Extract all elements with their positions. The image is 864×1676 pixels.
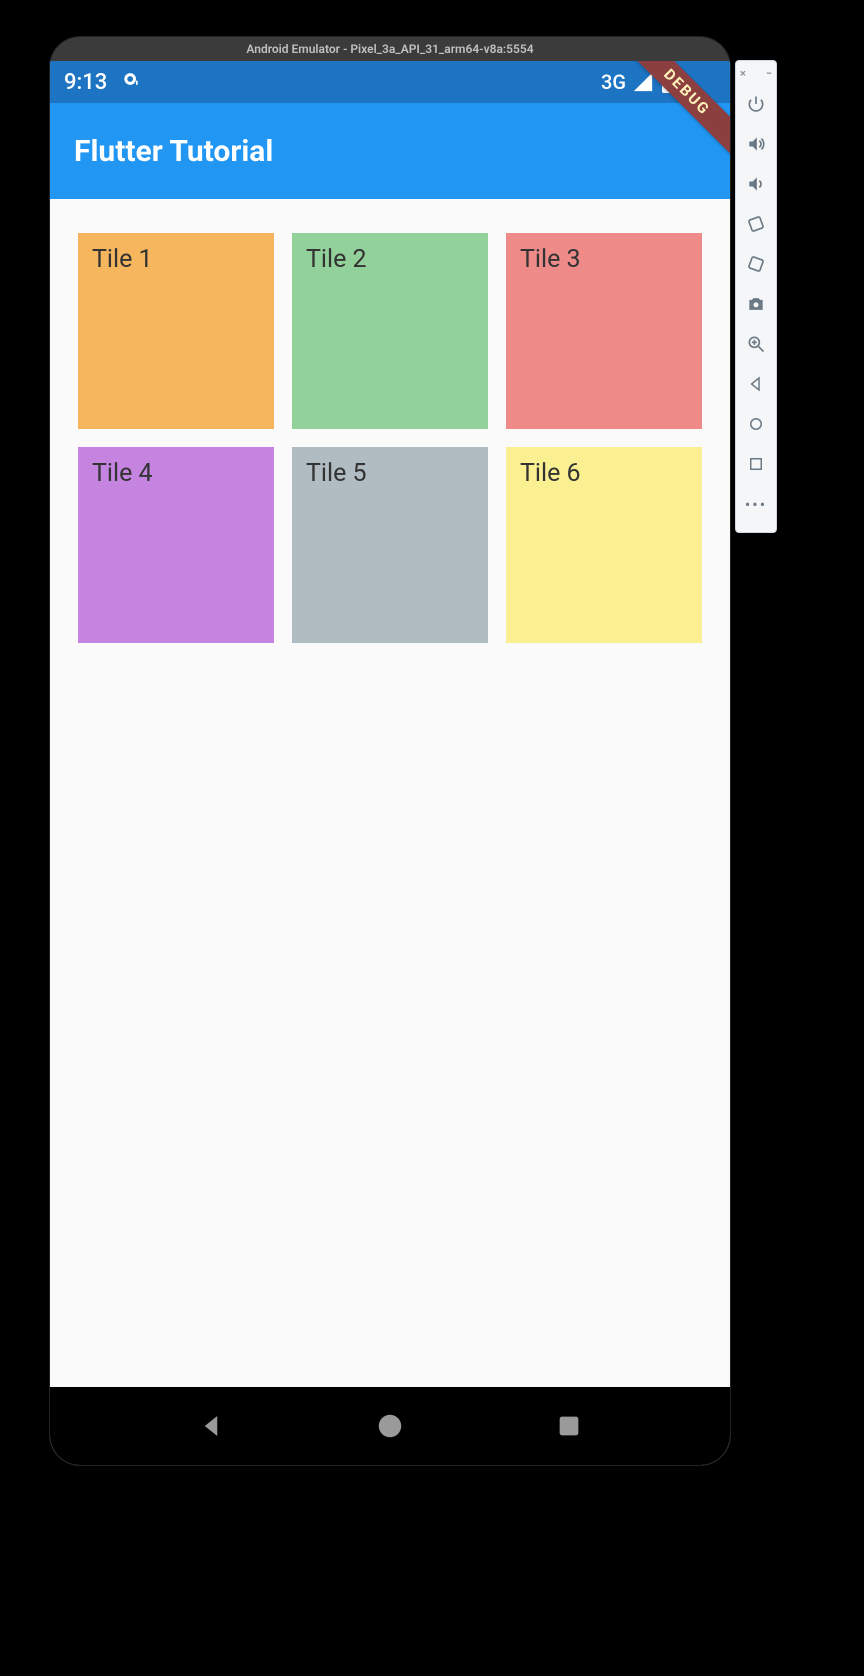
camera-icon[interactable] (736, 284, 776, 324)
tile-label: Tile 6 (520, 459, 581, 488)
back-icon[interactable] (193, 1408, 229, 1444)
rotate-left-icon[interactable] (736, 204, 776, 244)
emulator-title-text: Android Emulator - Pixel_3a_API_31_arm64… (246, 42, 533, 56)
nav-overview-icon[interactable] (736, 444, 776, 484)
network-label: 3G (601, 70, 626, 94)
volume-down-icon[interactable] (736, 164, 776, 204)
battery-icon (660, 70, 676, 94)
more-icon[interactable]: ••• (736, 484, 776, 524)
app-body: Tile 1 Tile 2 Tile 3 Tile 4 Tile 5 Tile … (50, 199, 730, 1387)
tile-label: Tile 3 (520, 245, 581, 274)
tile-2[interactable]: Tile 2 (292, 233, 488, 429)
nav-back-icon[interactable] (736, 364, 776, 404)
tile-4[interactable]: Tile 4 (78, 447, 274, 643)
zoom-icon[interactable] (736, 324, 776, 364)
status-bar: 9:13 3G (50, 61, 730, 103)
toolbar-header: × − (736, 67, 776, 84)
clock: 9:13 (64, 70, 107, 95)
signal-icon (632, 71, 654, 93)
status-dot-icon (121, 69, 141, 95)
emulator-toolbar: × − ••• (735, 60, 777, 533)
status-left: 9:13 (64, 69, 141, 95)
volume-up-icon[interactable] (736, 124, 776, 164)
tile-label: Tile 2 (306, 245, 367, 274)
tile-label: Tile 4 (92, 459, 153, 488)
tile-label: Tile 5 (306, 459, 367, 488)
tile-3[interactable]: Tile 3 (506, 233, 702, 429)
device-screen: DEBUG 9:13 3G Flutter Tutorial (50, 61, 730, 1465)
tile-grid: Tile 1 Tile 2 Tile 3 Tile 4 Tile 5 Tile … (78, 233, 702, 643)
app-bar: Flutter Tutorial (50, 103, 730, 199)
tile-5[interactable]: Tile 5 (292, 447, 488, 643)
emulator-frame: Android Emulator - Pixel_3a_API_31_arm64… (50, 37, 730, 1465)
toolbar-minimize[interactable]: − (766, 67, 772, 80)
tile-6[interactable]: Tile 6 (506, 447, 702, 643)
power-icon[interactable] (736, 84, 776, 124)
home-icon[interactable] (372, 1408, 408, 1444)
overview-icon[interactable] (551, 1408, 587, 1444)
tile-1[interactable]: Tile 1 (78, 233, 274, 429)
emulator-titlebar: Android Emulator - Pixel_3a_API_31_arm64… (50, 37, 730, 61)
toolbar-close[interactable]: × (740, 67, 746, 80)
app-title: Flutter Tutorial (74, 134, 273, 169)
nav-home-icon[interactable] (736, 404, 776, 444)
tile-label: Tile 1 (92, 245, 153, 274)
rotate-right-icon[interactable] (736, 244, 776, 284)
status-right: 3G (601, 70, 716, 94)
android-nav-bar (50, 1387, 730, 1465)
